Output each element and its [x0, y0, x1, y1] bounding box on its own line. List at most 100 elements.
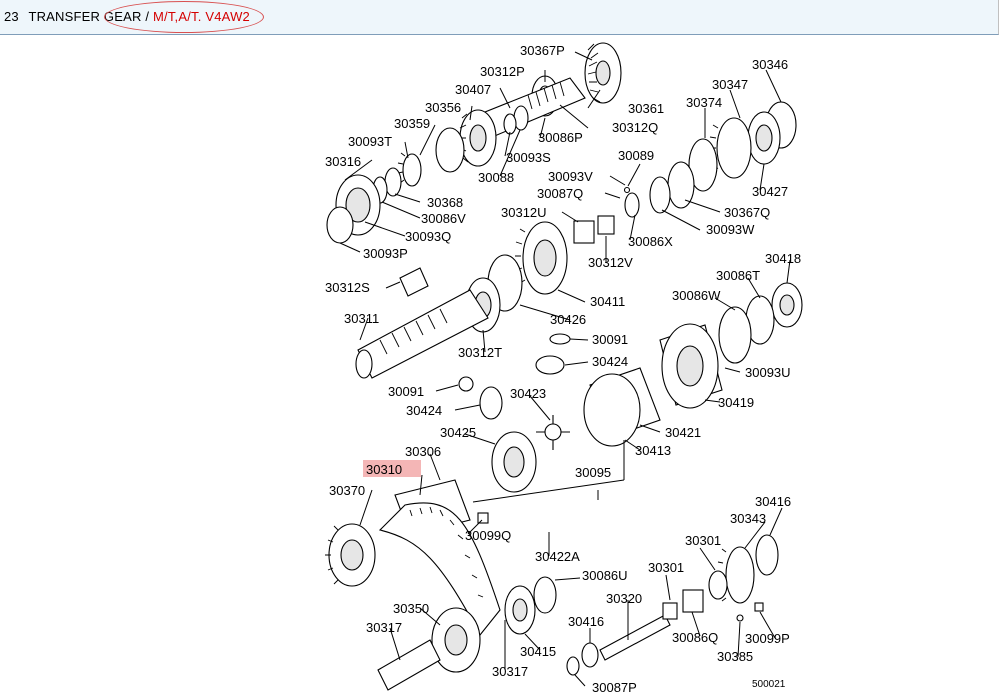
label-30089[interactable]: 30089 — [618, 148, 654, 163]
label-30091-left[interactable]: 30091 — [388, 384, 424, 399]
label-30087P[interactable]: 30087P — [592, 680, 637, 695]
label-30091-right[interactable]: 30091 — [592, 332, 628, 347]
part-30416-gear[interactable] — [755, 534, 779, 576]
carrier-body — [583, 373, 641, 447]
label-30317-upper[interactable]: 30317 — [366, 620, 402, 635]
label-30093U[interactable]: 30093U — [745, 365, 791, 380]
label-30093P[interactable]: 30093P — [363, 246, 408, 261]
label-30416-bottom[interactable]: 30416 — [568, 614, 604, 629]
label-30411[interactable]: 30411 — [590, 294, 625, 309]
label-30419[interactable]: 30419 — [718, 395, 754, 410]
label-30086T[interactable]: 30086T — [716, 268, 760, 283]
part-30093S-ring[interactable] — [503, 113, 517, 135]
label-30086W[interactable]: 30086W — [672, 288, 721, 303]
part-30086U-ring[interactable] — [533, 576, 557, 614]
label-30093S[interactable]: 30093S — [506, 150, 551, 165]
part-30093P-spacer[interactable] — [326, 206, 354, 244]
label-30316[interactable]: 30316 — [325, 154, 361, 169]
label-30356[interactable]: 30356 — [425, 100, 461, 115]
label-30320[interactable]: 30320 — [606, 591, 642, 606]
part-30347-gear[interactable] — [716, 117, 752, 179]
label-30312Q[interactable]: 30312Q — [612, 120, 658, 135]
label-30301-top[interactable]: 30301 — [685, 533, 721, 548]
label-30095[interactable]: 30095 — [575, 465, 611, 480]
part-30356-gear[interactable] — [435, 127, 465, 173]
part-30099P-bolt[interactable] — [754, 602, 764, 612]
label-30385[interactable]: 30385 — [717, 649, 753, 664]
part-30301-gear[interactable] — [708, 570, 728, 600]
label-30086P[interactable]: 30086P — [538, 130, 583, 145]
part-30086Q-bearing[interactable] — [682, 589, 704, 613]
label-30093V[interactable]: 30093V — [548, 169, 593, 184]
label-30374[interactable]: 30374 — [686, 95, 722, 110]
label-30423[interactable]: 30423 — [510, 386, 546, 401]
label-30367P[interactable]: 30367P — [520, 43, 565, 58]
label-30413[interactable]: 30413 — [635, 443, 671, 458]
part-30317-shaft[interactable] — [377, 639, 441, 691]
label-30424-left[interactable]: 30424 — [406, 403, 442, 418]
part-30086X-ring[interactable] — [624, 192, 640, 218]
label-30407[interactable]: 30407 — [455, 82, 491, 97]
part-30312S-bearing[interactable] — [399, 267, 429, 297]
label-30310[interactable]: 30310 — [366, 462, 402, 477]
part-30086W-bearing[interactable] — [718, 306, 752, 364]
label-30088[interactable]: 30088 — [478, 170, 514, 185]
part-30343-gear[interactable] — [725, 546, 755, 604]
label-30347[interactable]: 30347 — [712, 77, 748, 92]
part-30416-washer[interactable] — [581, 642, 599, 668]
gear-hub — [469, 124, 487, 152]
label-30350[interactable]: 30350 — [393, 601, 429, 616]
label-30086Q[interactable]: 30086Q — [672, 630, 718, 645]
part-30312U-bearing[interactable] — [573, 220, 595, 244]
label-30086V[interactable]: 30086V — [421, 211, 466, 226]
label-30099Q[interactable]: 30099Q — [465, 528, 511, 543]
label-30426[interactable]: 30426 — [550, 312, 586, 327]
part-30312V-bearing[interactable] — [597, 215, 615, 235]
label-30306[interactable]: 30306 — [405, 444, 441, 459]
label-30312U[interactable]: 30312U — [501, 205, 547, 220]
part-30424-pinion-left[interactable] — [479, 386, 503, 420]
label-30311[interactable]: 30311 — [344, 311, 379, 326]
label-30086X[interactable]: 30086X — [628, 234, 673, 249]
part-30091-washer-right[interactable] — [549, 333, 571, 345]
part-30087P-ring[interactable] — [566, 656, 580, 676]
label-30418[interactable]: 30418 — [765, 251, 801, 266]
part-30301-bearing-small[interactable] — [662, 602, 678, 620]
label-30312P[interactable]: 30312P — [480, 64, 525, 79]
part-30099Q-bolt[interactable] — [477, 512, 489, 524]
label-30312V[interactable]: 30312V — [588, 255, 633, 270]
label-30359[interactable]: 30359 — [394, 116, 430, 131]
part-30093W-ring[interactable] — [649, 176, 671, 214]
label-30370[interactable]: 30370 — [329, 483, 365, 498]
part-30385-pin[interactable] — [736, 614, 744, 622]
label-30415[interactable]: 30415 — [520, 644, 556, 659]
label-30424-right[interactable]: 30424 — [592, 354, 628, 369]
label-30368[interactable]: 30368 — [427, 195, 463, 210]
part-30320-shaft[interactable] — [599, 614, 671, 661]
diagram-canvas: 30367P 30312P 30407 30356 30359 30093T 3… — [325, 42, 803, 695]
part-30091-washer-left[interactable] — [458, 376, 474, 392]
part-30424-pinion-right[interactable] — [535, 355, 565, 375]
label-30093Q[interactable]: 30093Q — [405, 229, 451, 244]
label-30301-mid[interactable]: 30301 — [648, 560, 684, 575]
label-30086U[interactable]: 30086U — [582, 568, 628, 583]
part-30367Q-gear[interactable] — [667, 161, 695, 209]
label-30343[interactable]: 30343 — [730, 511, 766, 526]
label-30427[interactable]: 30427 — [752, 184, 788, 199]
label-30099P[interactable]: 30099P — [745, 631, 790, 646]
part-30359-gear[interactable] — [402, 153, 422, 187]
label-30346[interactable]: 30346 — [752, 57, 788, 72]
label-30421[interactable]: 30421 — [665, 425, 701, 440]
label-30093T[interactable]: 30093T — [348, 134, 392, 149]
label-30093W[interactable]: 30093W — [706, 222, 755, 237]
label-30367Q[interactable]: 30367Q — [724, 205, 770, 220]
label-30361[interactable]: 30361 — [628, 101, 664, 116]
label-30312T[interactable]: 30312T — [458, 345, 502, 360]
label-30312S[interactable]: 30312S — [325, 280, 370, 295]
label-30416-top[interactable]: 30416 — [755, 494, 791, 509]
label-30425[interactable]: 30425 — [440, 425, 476, 440]
label-30317-lower[interactable]: 30317 — [492, 664, 528, 679]
label-30422A[interactable]: 30422A — [535, 549, 580, 564]
label-30087Q[interactable]: 30087Q — [537, 186, 583, 201]
part-30089-ball[interactable] — [623, 186, 631, 194]
